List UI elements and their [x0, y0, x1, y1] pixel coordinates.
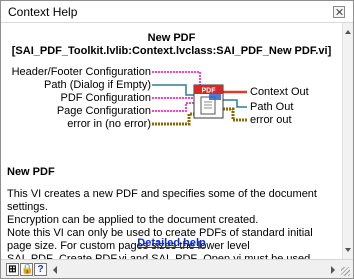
bottom-toolbar: ⊞ 🔒 ?	[1, 259, 353, 278]
wire-path-out	[223, 99, 247, 108]
help-content: New PDF [SAI_PDF_Toolkit.lvlib:Context.l…	[1, 23, 342, 259]
input-page-configuration: Page Configuration	[56, 105, 151, 117]
wire-page-config	[152, 102, 194, 112]
description-line: This VI creates a new PDF and specifies …	[7, 188, 317, 213]
wire-path-dialog	[152, 84, 194, 96]
scroll-right-icon[interactable]	[331, 266, 335, 274]
input-pdf-configuration: PDF Configuration	[60, 92, 152, 104]
output-error-out: error out	[250, 114, 292, 126]
description-title: New PDF	[7, 166, 55, 178]
description-line: Encryption can be applied to the documen…	[7, 214, 259, 226]
input-header-footer-configuration: Header/Footer Configuration	[11, 66, 151, 78]
help-icon[interactable]: ?	[34, 263, 47, 276]
scroll-left-icon[interactable]	[53, 266, 57, 274]
vertical-scrollbar[interactable]	[342, 23, 353, 259]
output-path-out: Path Out	[250, 101, 294, 113]
window-title: Context Help	[8, 5, 78, 19]
wire-error-out	[223, 107, 247, 122]
lock-icon[interactable]: 🔒	[20, 263, 33, 276]
resize-grip-icon[interactable]	[341, 267, 350, 276]
context-help-window: Context Help New PDF [SAI_PDF_Toolkit.lv…	[0, 0, 354, 279]
scroll-down-icon[interactable]	[345, 248, 351, 252]
title-bar[interactable]: Context Help	[1, 1, 353, 23]
pin-icon[interactable]: ⊞	[6, 263, 19, 276]
wire-header-footer	[152, 71, 201, 85]
output-context-out: Context Out	[250, 86, 309, 98]
detailed-help-link[interactable]: Detailed help	[1, 237, 342, 249]
input-error-in: error in (no error)	[67, 118, 151, 130]
wire-error-in	[152, 112, 194, 126]
input-path-dialog-if-empty: Path (Dialog if Empty)	[44, 79, 151, 91]
scroll-up-icon[interactable]	[345, 30, 351, 34]
close-icon[interactable]	[333, 6, 345, 18]
